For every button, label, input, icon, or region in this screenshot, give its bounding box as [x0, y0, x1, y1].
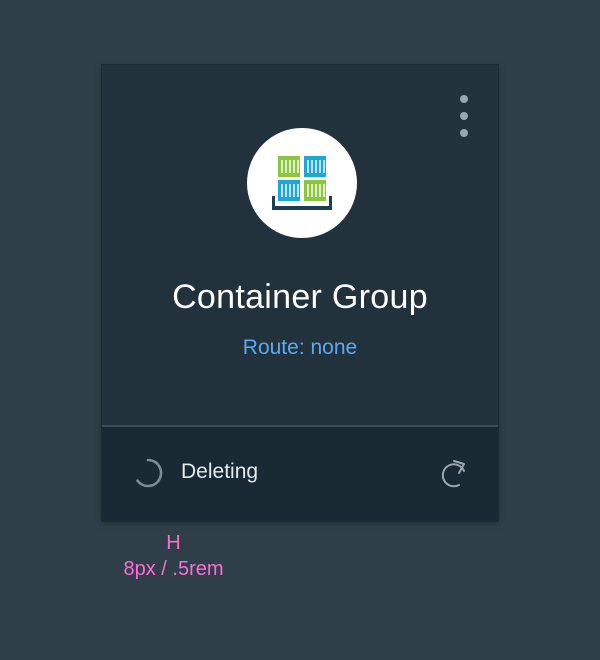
route-label: Route: none — [242, 336, 358, 359]
spacing-annotation: H 8px / .5rem — [101, 530, 246, 582]
status-text: Deleting — [181, 460, 259, 483]
container-group-icon-badge — [247, 128, 357, 238]
spacing-marker: H — [166, 532, 181, 554]
kebab-dot — [460, 112, 468, 120]
spacing-value: 8px / .5rem — [123, 558, 224, 580]
container-group-icon — [272, 156, 332, 210]
container-group-card[interactable]: Container Group Route: none Deleting — [101, 64, 499, 522]
card-title: Container Group — [172, 278, 428, 316]
loading-spinner-icon — [136, 458, 163, 488]
overflow-menu-button[interactable] — [456, 95, 472, 137]
card-footer: Deleting — [102, 425, 498, 521]
kebab-dot — [460, 95, 468, 103]
refresh-icon[interactable] — [440, 458, 470, 490]
kebab-dot — [460, 129, 468, 137]
